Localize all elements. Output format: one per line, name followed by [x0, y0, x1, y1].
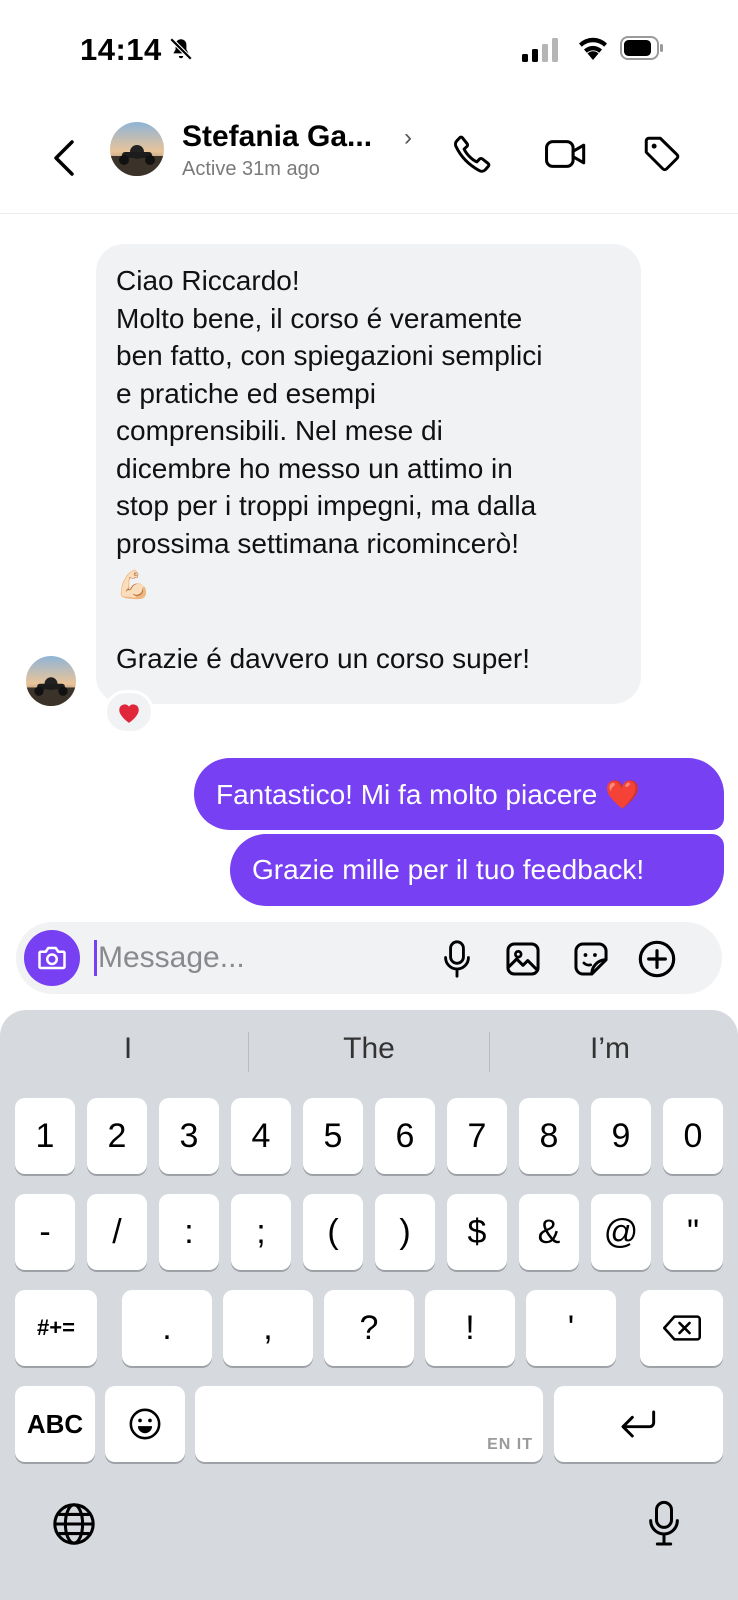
microphone-icon [649, 1500, 679, 1546]
key-5[interactable]: 5 [303, 1098, 363, 1174]
sticker-button[interactable] [568, 936, 614, 982]
key-semicolon[interactable]: ; [231, 1194, 291, 1270]
message-input[interactable] [98, 936, 418, 980]
avatar-image [110, 122, 164, 176]
message-line: Grazie é davvero un corso super! [116, 643, 530, 674]
heart-icon [119, 704, 139, 723]
chat-header: Stefania Ga... › Active 31m ago [0, 110, 738, 214]
flexed-biceps-emoji: 💪🏻 [116, 569, 151, 600]
suggestion-item[interactable]: The [249, 1024, 489, 1074]
keyboard: I The I’m 1 2 3 4 5 6 7 8 9 0 - / : ; ( … [0, 1010, 738, 1600]
suggestion-bar: I The I’m [0, 1024, 738, 1074]
phone-icon [453, 135, 491, 173]
key-exclamation[interactable]: ! [425, 1290, 515, 1366]
tag-icon [644, 136, 680, 172]
voice-message-button[interactable] [434, 936, 480, 982]
backspace-icon [662, 1315, 701, 1341]
key-ampersand[interactable]: & [519, 1194, 579, 1270]
message-line: stop per i troppi impegni, ma dalla [116, 490, 537, 521]
back-icon [54, 140, 74, 176]
message-line: Molto bene, il corso é veramente [116, 302, 523, 334]
video-camera-icon [545, 140, 586, 168]
plus-icon [638, 940, 676, 978]
gallery-button[interactable] [500, 936, 546, 982]
key-apostrophe[interactable]: ' [526, 1290, 616, 1366]
sent-message-bubble[interactable]: Fantastico! Mi fa molto piacere ❤️ [194, 758, 724, 830]
more-options-button[interactable] [634, 936, 680, 982]
key-7[interactable]: 7 [447, 1098, 507, 1174]
status-time: 14:14 [80, 32, 162, 67]
sent-message-bubble[interactable]: Grazie mille per il tuo feedback! [230, 834, 724, 906]
key-2[interactable]: 2 [87, 1098, 147, 1174]
key-period[interactable]: . [122, 1290, 212, 1366]
message-line: prossima settimana ricomincerò! [116, 527, 520, 559]
emoji-icon [129, 1408, 161, 1440]
sender-avatar[interactable] [26, 656, 76, 706]
globe-icon [53, 1503, 95, 1545]
wifi-icon [579, 37, 607, 60]
phone-call-button[interactable] [446, 128, 498, 180]
contact-name[interactable]: Stefania Ga... [182, 120, 372, 154]
key-9[interactable]: 9 [591, 1098, 651, 1174]
key-more-symbols[interactable]: #+= [15, 1290, 97, 1366]
battery-icon [620, 36, 663, 60]
label-button[interactable] [636, 128, 688, 180]
key-0[interactable]: 0 [663, 1098, 723, 1174]
received-message-bubble[interactable]: Ciao Riccardo! Molto bene, il corso é ve… [96, 244, 641, 704]
emoji-key[interactable] [105, 1386, 185, 1462]
key-hyphen[interactable]: - [15, 1194, 75, 1270]
message-line: Ciao Riccardo! [116, 265, 300, 296]
message-line: e pratiche ed esempi [116, 377, 376, 409]
key-close-paren[interactable]: ) [375, 1194, 435, 1270]
key-dollar[interactable]: $ [447, 1194, 507, 1270]
message-line: comprensibili. Nel mese di [116, 415, 443, 446]
key-3[interactable]: 3 [159, 1098, 219, 1174]
video-call-button[interactable] [540, 128, 592, 180]
return-key[interactable] [554, 1386, 723, 1462]
message-composer [16, 922, 722, 994]
key-4[interactable]: 4 [231, 1098, 291, 1174]
suggestion-item[interactable]: I [8, 1024, 248, 1074]
globe-button[interactable] [48, 1498, 100, 1550]
key-8[interactable]: 8 [519, 1098, 579, 1174]
backspace-key[interactable] [640, 1290, 723, 1366]
key-colon[interactable]: : [159, 1194, 219, 1270]
microphone-icon [444, 940, 470, 978]
key-slash[interactable]: / [87, 1194, 147, 1270]
image-icon [506, 942, 540, 976]
text-cursor [94, 940, 97, 976]
key-at[interactable]: @ [591, 1194, 651, 1270]
camera-icon [38, 946, 66, 970]
active-status: Active 31m ago [182, 158, 320, 180]
key-open-paren[interactable]: ( [303, 1194, 363, 1270]
back-button[interactable] [44, 128, 84, 188]
return-icon [621, 1410, 655, 1438]
key-abc[interactable]: ABC [15, 1386, 95, 1462]
key-6[interactable]: 6 [375, 1098, 435, 1174]
message-line: ben fatto, con spiegazioni semplici [116, 340, 543, 371]
space-key[interactable]: EN IT [195, 1386, 543, 1462]
chevron-right-icon[interactable]: › [404, 124, 412, 152]
dictation-button[interactable] [640, 1494, 688, 1554]
signal-icon [522, 38, 558, 62]
bell-off-icon [169, 37, 193, 61]
message-line: dicembre ho messo un attimo in [116, 452, 513, 484]
language-indicator: EN IT [487, 1436, 533, 1453]
key-question[interactable]: ? [324, 1290, 414, 1366]
key-comma[interactable]: , [223, 1290, 313, 1366]
suggestion-item[interactable]: I’m [490, 1024, 730, 1074]
message-spacer [116, 606, 621, 640]
sticker-icon [574, 942, 608, 976]
key-1[interactable]: 1 [15, 1098, 75, 1174]
avatar[interactable] [110, 122, 164, 176]
heart-reaction[interactable] [104, 690, 154, 734]
camera-button[interactable] [24, 930, 80, 986]
avatar-image [26, 656, 76, 706]
key-quote[interactable]: " [663, 1194, 723, 1270]
status-bar: 14:14 [0, 0, 738, 100]
